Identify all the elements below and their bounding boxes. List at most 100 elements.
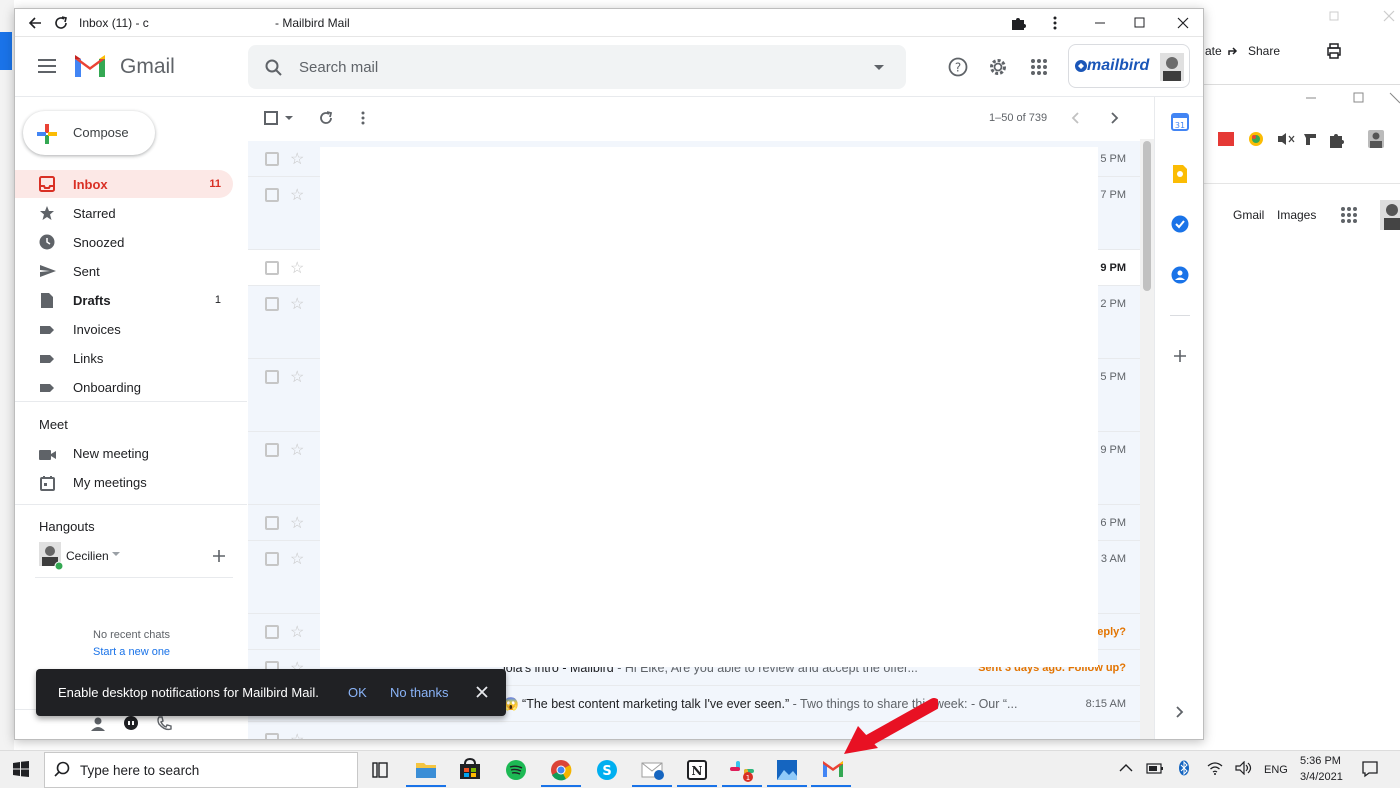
row-checkbox[interactable] xyxy=(265,188,279,202)
row-checkbox[interactable] xyxy=(265,297,279,311)
row-checkbox[interactable] xyxy=(265,443,279,457)
search-options-dropdown-icon[interactable] xyxy=(873,64,885,72)
avatar[interactable] xyxy=(1380,200,1400,230)
help-icon[interactable]: ? xyxy=(948,57,968,77)
taskbar-app-chrome[interactable] xyxy=(541,753,581,787)
star-icon[interactable]: ☆ xyxy=(290,149,304,169)
menu-hamburger-icon[interactable] xyxy=(37,58,57,74)
hangouts-user-name[interactable]: Cecilien xyxy=(66,549,109,563)
tray-chevron-up-icon[interactable] xyxy=(1118,762,1134,774)
start-new-chat-link[interactable]: Start a new one xyxy=(93,646,170,658)
background-window-edge xyxy=(0,0,14,750)
search-input[interactable]: Search mail xyxy=(299,59,378,76)
extension-puzzle-icon[interactable] xyxy=(1010,15,1026,31)
snackbar-ok-button[interactable]: OK xyxy=(348,685,367,700)
windows-start-icon[interactable] xyxy=(13,761,29,777)
taskbar-app-store[interactable] xyxy=(450,753,490,787)
user-avatar[interactable] xyxy=(1160,53,1184,81)
star-icon[interactable]: ☆ xyxy=(290,367,304,387)
background-images-link[interactable]: Images xyxy=(1277,208,1316,222)
row-checkbox[interactable] xyxy=(265,261,279,275)
clock-date[interactable]: 3/4/2021 xyxy=(1300,771,1343,783)
star-icon[interactable]: ☆ xyxy=(290,294,304,314)
clock-time[interactable]: 5:36 PM xyxy=(1300,755,1341,767)
hangouts-user-avatar[interactable] xyxy=(39,542,63,570)
notion-icon: N xyxy=(687,760,707,780)
star-icon[interactable]: ☆ xyxy=(290,549,304,569)
more-actions-icon[interactable] xyxy=(355,110,371,126)
google-apps-icon[interactable] xyxy=(1030,58,1048,76)
calendar-app-icon[interactable]: 31 xyxy=(1171,113,1189,131)
background-gmail-link[interactable]: Gmail xyxy=(1233,208,1264,222)
taskbar-app-mailbird-gmail[interactable] xyxy=(811,753,851,787)
star-icon[interactable]: ☆ xyxy=(290,513,304,533)
taskbar-app-spotify[interactable] xyxy=(496,753,536,787)
status-dropdown-icon[interactable] xyxy=(112,552,120,557)
volume-icon[interactable] xyxy=(1235,761,1253,775)
row-checkbox[interactable] xyxy=(265,152,279,166)
gmail-logo-icon xyxy=(823,761,843,777)
snackbar-no-thanks-button[interactable]: No thanks xyxy=(390,685,449,700)
share-icon[interactable] xyxy=(1226,43,1242,59)
row-checkbox[interactable] xyxy=(265,516,279,530)
hangouts-chat-icon[interactable] xyxy=(123,716,139,732)
my-meetings-link[interactable]: My meetings xyxy=(73,475,147,490)
taskbar-app-notion[interactable]: N xyxy=(677,753,717,787)
background-share-button[interactable]: Share xyxy=(1248,44,1280,58)
star-icon[interactable]: ☆ xyxy=(290,622,304,642)
task-view-button[interactable] xyxy=(360,753,400,787)
phone-icon[interactable] xyxy=(156,716,172,732)
row-checkbox[interactable] xyxy=(265,625,279,639)
newer-page-chevron-right-icon[interactable] xyxy=(1109,112,1119,124)
settings-gear-icon[interactable] xyxy=(988,57,1008,77)
label-icon xyxy=(40,326,54,334)
browser-extension-icons[interactable] xyxy=(1218,130,1388,150)
sidebar-divider xyxy=(15,504,247,505)
folder-icon xyxy=(416,763,436,778)
new-meeting-link[interactable]: New meeting xyxy=(73,446,149,461)
refresh-mail-icon[interactable] xyxy=(318,110,334,126)
select-dropdown-icon[interactable] xyxy=(284,115,294,121)
back-arrow-icon[interactable] xyxy=(27,15,43,31)
star-icon[interactable]: ☆ xyxy=(290,258,304,278)
window-controls[interactable] xyxy=(1091,15,1191,31)
taskbar-search-input[interactable]: Type here to search xyxy=(80,763,199,778)
search-icon[interactable] xyxy=(265,59,283,77)
apps-grid-icon[interactable] xyxy=(1340,206,1358,224)
taskbar-app-photos[interactable] xyxy=(767,753,807,787)
taskbar-app-mail[interactable] xyxy=(632,753,672,787)
contacts-icon[interactable] xyxy=(1171,266,1189,284)
taskbar-app-slack[interactable]: 1 xyxy=(722,753,762,787)
close-icon[interactable] xyxy=(476,686,488,698)
mailbird-logo-icon xyxy=(1075,60,1087,72)
keep-notes-icon[interactable] xyxy=(1172,164,1188,184)
add-chat-plus-icon[interactable] xyxy=(212,549,226,563)
row-checkbox[interactable] xyxy=(265,370,279,384)
add-addon-plus-icon[interactable] xyxy=(1173,349,1187,363)
row-time: 8:15 AM xyxy=(1085,698,1126,710)
taskbar-app-skype[interactable]: S xyxy=(587,753,627,787)
input-language-indicator[interactable]: ENG xyxy=(1264,764,1288,776)
refresh-icon[interactable] xyxy=(53,15,69,31)
more-vert-icon[interactable] xyxy=(1047,15,1063,31)
row-checkbox[interactable] xyxy=(265,552,279,566)
table-row[interactable]: ☆ xyxy=(248,722,1140,739)
select-all-checkbox[interactable] xyxy=(264,111,278,125)
older-page-chevron-left-icon[interactable] xyxy=(1071,112,1081,124)
expand-panel-chevron-icon[interactable] xyxy=(1174,706,1184,718)
wifi-icon[interactable] xyxy=(1206,761,1224,775)
star-icon[interactable]: ☆ xyxy=(290,440,304,460)
star-icon[interactable]: ☆ xyxy=(290,730,304,739)
battery-icon[interactable] xyxy=(1146,763,1164,774)
star-icon[interactable]: ☆ xyxy=(290,185,304,205)
scrollbar-thumb[interactable] xyxy=(1143,141,1151,291)
tasks-icon[interactable] xyxy=(1171,215,1189,233)
bluetooth-icon[interactable] xyxy=(1178,760,1190,776)
contacts-person-icon[interactable] xyxy=(90,716,106,732)
action-center-notification-icon[interactable] xyxy=(1361,760,1379,778)
row-time: 3 AM xyxy=(1100,553,1126,565)
row-checkbox[interactable] xyxy=(265,733,279,739)
taskbar-app-file-explorer[interactable] xyxy=(406,753,446,787)
print-icon[interactable] xyxy=(1325,42,1343,60)
snackbar-message: Enable desktop notifications for Mailbir… xyxy=(58,685,319,700)
